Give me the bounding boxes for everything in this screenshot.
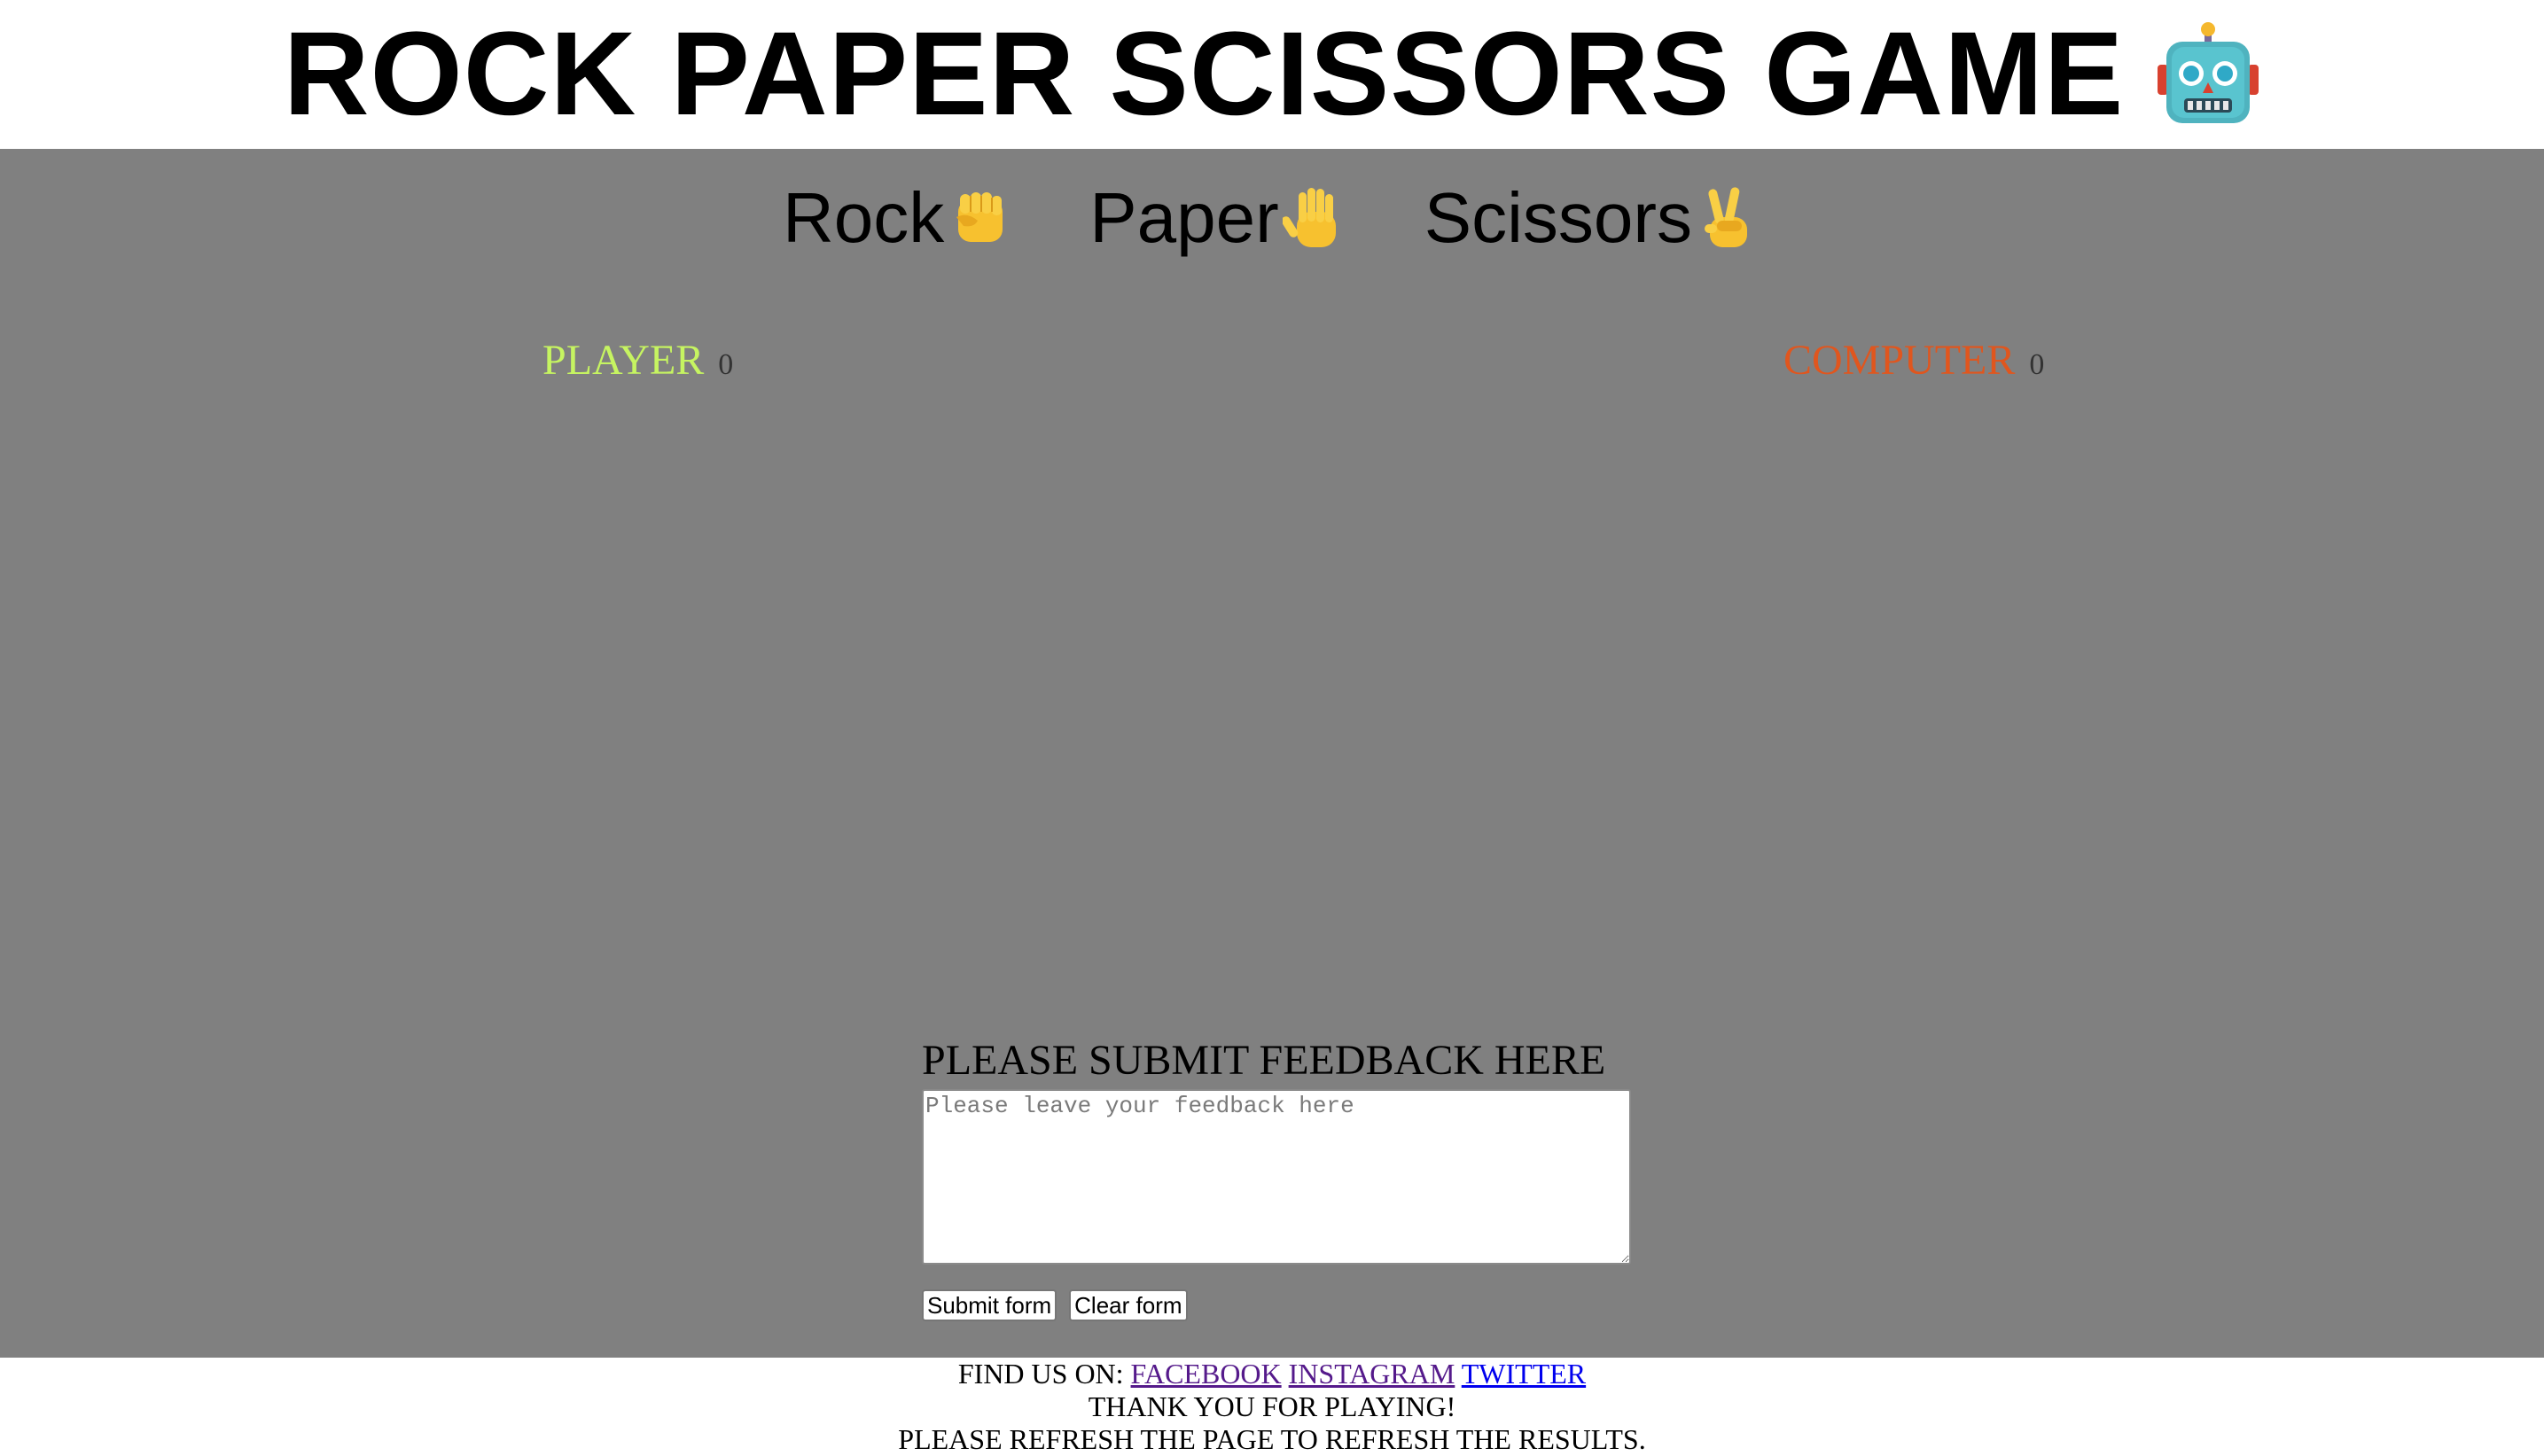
social-links-line: FIND US ON: FACEBOOK INSTAGRAM TWITTER	[0, 1358, 2544, 1390]
rock-button[interactable]: Rock	[783, 183, 1013, 253]
computer-score-value: 0	[2029, 348, 2045, 381]
robot-face-icon	[2156, 22, 2260, 127]
feedback-textarea[interactable]	[922, 1089, 1631, 1265]
find-us-label: FIND US ON:	[957, 1358, 1124, 1390]
scissors-button[interactable]: Scissors	[1424, 183, 1761, 253]
paper-button-label: Paper	[1089, 178, 1279, 257]
header: ROCK PAPER SCISSORS GAME	[0, 0, 2544, 149]
submit-form-button[interactable]: Submit form	[922, 1289, 1057, 1321]
rock-button-label: Rock	[782, 178, 945, 257]
feedback-heading: PLEASE SUBMIT FEEDBACK HERE	[922, 1037, 1606, 1084]
facebook-link[interactable]: FACEBOOK	[1131, 1358, 1282, 1390]
instagram-link[interactable]: INSTAGRAM	[1289, 1358, 1455, 1390]
page-title-text: ROCK PAPER SCISSORS GAME	[283, 8, 2125, 140]
raised-fist-icon	[948, 185, 1013, 251]
player-label: PLAYER	[542, 337, 705, 384]
game-area: Rock Paper Scissors PLAYER 0 COMPUTER 0 …	[0, 149, 2544, 1358]
victory-hand-icon	[1696, 185, 1761, 251]
refresh-note: PLEASE REFRESH THE PAGE TO REFRESH THE R…	[898, 1423, 1646, 1455]
computer-label: COMPUTER	[1783, 337, 2016, 384]
thank-you-text: THANK YOU FOR PLAYING!	[1088, 1390, 1456, 1422]
paper-button[interactable]: Paper	[1089, 183, 1347, 253]
player-score: PLAYER 0	[542, 339, 733, 382]
form-buttons: Submit form Clear form	[922, 1289, 1631, 1321]
clear-form-button[interactable]: Clear form	[1069, 1289, 1188, 1321]
footer: FIND US ON: FACEBOOK INSTAGRAM TWITTER T…	[0, 1358, 2544, 1455]
player-score-value: 0	[718, 348, 734, 381]
choice-buttons: Rock Paper Scissors	[0, 183, 2544, 253]
computer-score: COMPUTER 0	[1783, 339, 2044, 382]
raised-hand-icon	[1281, 185, 1348, 251]
twitter-link[interactable]: TWITTER	[1462, 1358, 1586, 1390]
page-title: ROCK PAPER SCISSORS GAME	[284, 15, 2260, 134]
feedback-form: PLEASE SUBMIT FEEDBACK HERE Submit form …	[922, 1039, 1631, 1321]
scissors-button-label: Scissors	[1424, 178, 1692, 257]
